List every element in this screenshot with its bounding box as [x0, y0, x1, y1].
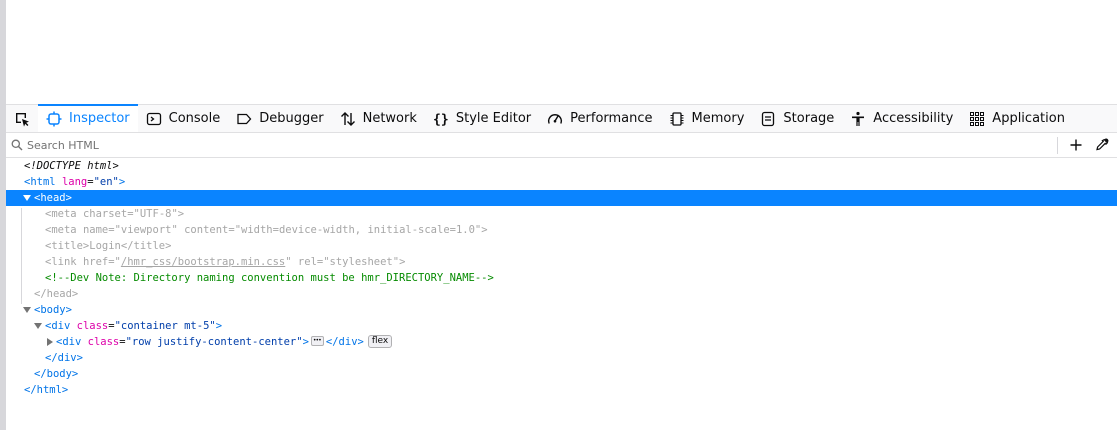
tab-storage[interactable]: Storage: [752, 105, 842, 132]
markup-line-comment[interactable]: <!--Dev Note: Directory naming conventio…: [6, 270, 1117, 286]
markup-line-html-close[interactable]: </html>: [6, 382, 1117, 398]
search-icon: [7, 139, 27, 151]
tab-label: Storage: [783, 111, 835, 126]
tab-style-editor[interactable]: {} Style Editor: [425, 105, 539, 132]
attr-name: class: [87, 336, 120, 348]
style-editor-icon: {}: [432, 110, 450, 128]
toolbar-separator: [1057, 136, 1058, 154]
memory-icon: [668, 110, 686, 128]
storage-icon: [759, 110, 777, 128]
flex-badge[interactable]: flex: [367, 334, 393, 348]
search-tools: [1057, 133, 1117, 157]
attr-name: href: [82, 256, 109, 268]
markup-line-head-selected[interactable]: <head>: [6, 190, 1117, 206]
tab-label: Accessibility: [873, 111, 954, 126]
tab-label: Memory: [691, 111, 745, 126]
attr-name: rel: [297, 256, 317, 268]
attr-value: "width=device-width, initial-scale=1.0": [234, 224, 482, 236]
tab-application[interactable]: Application: [961, 105, 1073, 132]
markup-line-meta-viewport[interactable]: <meta name="viewport" content="width=dev…: [6, 222, 1117, 238]
tab-memory[interactable]: Memory: [661, 105, 753, 132]
tab-console[interactable]: Console: [138, 105, 229, 132]
head-close-tag: </head>: [34, 288, 79, 300]
attr-value: "container mt-5": [114, 320, 216, 332]
debugger-icon: [235, 110, 253, 128]
markup-line-title[interactable]: <title>Login</title>: [6, 238, 1117, 254]
markup-line-meta-charset[interactable]: <meta charset="UTF-8">: [6, 206, 1117, 222]
performance-icon: [546, 110, 564, 128]
tab-inspector[interactable]: Inspector: [38, 104, 138, 132]
attr-name: lang: [61, 176, 88, 188]
eyedropper-button[interactable]: [1091, 134, 1113, 156]
tab-network[interactable]: Network: [332, 105, 425, 132]
attr-name: class: [76, 320, 109, 332]
devtools-toolbar: Inspector Console Debugger Network {} St…: [6, 104, 1117, 133]
attr-name: name: [82, 224, 109, 236]
svg-text:{}: {}: [433, 112, 449, 127]
expand-toggle-icon[interactable]: [23, 195, 31, 201]
search-bar: [6, 133, 1117, 158]
attr-value: "en": [93, 176, 119, 188]
markup-line-div-row[interactable]: <div class="row justify-content-center">…: [6, 333, 1117, 350]
attr-name: charset: [82, 208, 128, 220]
tab-label: Debugger: [259, 111, 324, 126]
plus-icon: [1070, 139, 1082, 151]
element-picker-button[interactable]: [6, 105, 38, 132]
collapsed-children-button[interactable]: [310, 333, 324, 349]
accessibility-icon: [849, 110, 867, 128]
application-icon: [968, 110, 986, 128]
doctype-node: <!DOCTYPE html>: [24, 160, 119, 172]
markup-line-link[interactable]: <link href="/hmr_css/bootstrap.min.css" …: [6, 254, 1117, 270]
markup-line-div-close[interactable]: </div>: [6, 350, 1117, 366]
tab-label: Console: [168, 111, 221, 126]
markup-line-body[interactable]: <body>: [6, 302, 1117, 318]
markup-line-body-close[interactable]: </body>: [6, 366, 1117, 382]
console-icon: [145, 110, 163, 128]
collapse-toggle-icon[interactable]: [47, 338, 53, 346]
div-close-tag: </div>: [45, 352, 83, 364]
stylesheet-link[interactable]: /hmr_css/bootstrap.min.css: [121, 256, 285, 268]
attr-value: "viewport": [114, 224, 178, 236]
tab-accessibility[interactable]: Accessibility: [842, 105, 961, 132]
eyedropper-icon: [1096, 138, 1109, 151]
markup-line-html[interactable]: <html lang="en">: [6, 174, 1117, 190]
tab-label: Application: [992, 111, 1065, 126]
markup-view: <!DOCTYPE html> <html lang="en"> <head> …: [6, 158, 1117, 398]
element-picker-icon: [16, 112, 29, 127]
tab-label: Performance: [570, 111, 653, 126]
head-node: <head>: [34, 192, 72, 204]
body-close-tag: </body>: [34, 368, 79, 380]
body-node: <body>: [34, 304, 72, 316]
tab-label: Network: [362, 111, 417, 126]
markup-line-div-container[interactable]: <div class="container mt-5">: [6, 318, 1117, 334]
attr-value: "row justify-content-center": [125, 336, 303, 348]
tab-label: Inspector: [69, 111, 130, 126]
title-text: Login: [89, 240, 121, 252]
tab-debugger[interactable]: Debugger: [228, 105, 331, 132]
markup-line-doctype[interactable]: <!DOCTYPE html>: [6, 158, 1117, 174]
markup-line-head-close[interactable]: </head>: [6, 286, 1117, 302]
search-html-input[interactable]: [27, 138, 427, 152]
add-node-button[interactable]: [1065, 134, 1087, 156]
inspector-icon: [45, 110, 63, 128]
expand-toggle-icon[interactable]: [23, 307, 31, 313]
attr-name: content: [184, 224, 229, 236]
attr-value: "UTF-8": [133, 208, 178, 220]
expand-toggle-icon[interactable]: [34, 323, 42, 329]
tab-performance[interactable]: Performance: [539, 105, 660, 132]
attr-value: "stylesheet": [323, 256, 400, 268]
tab-label: Style Editor: [455, 111, 532, 126]
network-icon: [339, 110, 357, 128]
comment-node: <!--Dev Note: Directory naming conventio…: [45, 272, 494, 284]
html-close-tag: </html>: [24, 384, 69, 396]
